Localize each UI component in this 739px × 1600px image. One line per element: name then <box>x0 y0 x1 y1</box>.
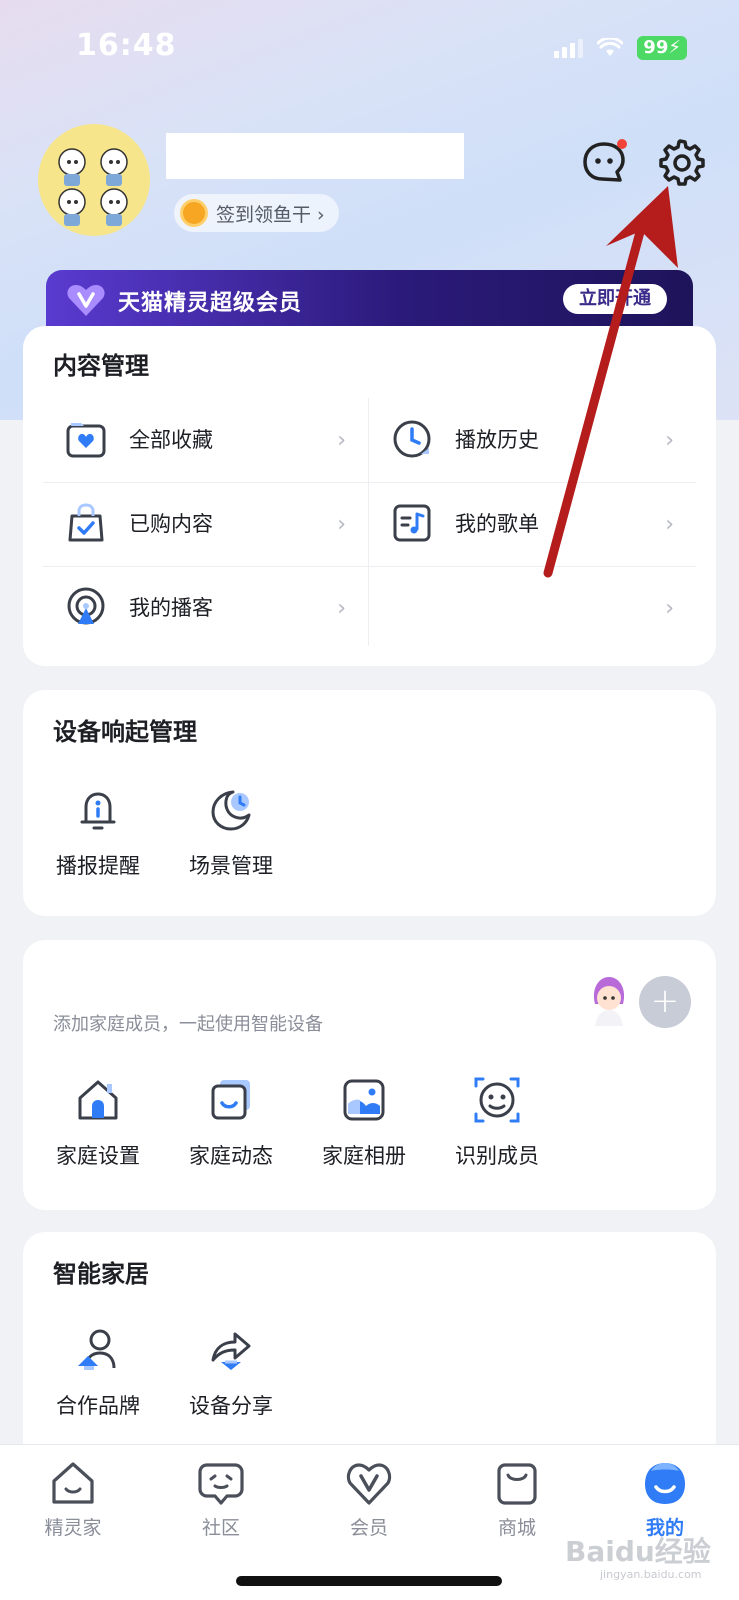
member-avatar[interactable] <box>585 974 633 1026</box>
content-item-label: 我的歌单 <box>455 512 539 536</box>
cellular-signal-icon <box>554 38 584 58</box>
message-bubble-icon[interactable] <box>580 138 628 186</box>
content-item-label: 已购内容 <box>129 512 213 536</box>
vip-heart-icon <box>67 285 105 316</box>
content-item-playlist[interactable]: 我的歌单 › <box>369 482 696 564</box>
vip-banner[interactable]: 天猫精灵超级会员 立即开通 <box>46 270 693 332</box>
house-icon <box>78 1080 118 1120</box>
chevron-right-icon: › <box>665 596 674 621</box>
watermark-logo: Baidu经验 <box>565 1535 711 1568</box>
content-item-empty[interactable]: › <box>369 566 696 648</box>
smart-home-title: 智能家居 <box>53 1260 149 1288</box>
tile-scene-management[interactable]: 场景管理 <box>176 786 286 880</box>
device-trigger-title: 设备响起管理 <box>53 718 197 746</box>
tab-label: 社区 <box>201 1517 240 1539</box>
tile-label: 设备分享 <box>189 1394 273 1418</box>
home-indicator <box>236 1576 502 1586</box>
tile-label: 场景管理 <box>189 854 273 878</box>
status-time: 16:48 <box>76 28 177 63</box>
bell-icon <box>80 792 116 830</box>
tile-label: 识别成员 <box>455 1144 539 1168</box>
coin-icon <box>180 199 208 227</box>
chevron-right-icon: › <box>665 428 674 453</box>
username-redacted <box>166 133 464 179</box>
shopping-bag-icon <box>68 503 104 542</box>
tile-label: 播报提醒 <box>56 854 140 878</box>
family-card: 添加家庭成员，一起使用智能设备 + 家庭设置 家庭动态 家庭相册 识别成员 <box>23 940 716 1210</box>
status-icons: 99⚡ <box>554 36 687 60</box>
tile-broadcast-reminder[interactable]: 播报提醒 <box>43 786 153 880</box>
battery-level: 99 <box>643 37 669 58</box>
tile-device-share[interactable]: 设备分享 <box>176 1326 286 1420</box>
settings-gear-icon[interactable] <box>654 136 706 188</box>
watermark-url: jingyan.baidu.com <box>600 1568 702 1581</box>
tile-label: 合作品牌 <box>56 1394 140 1418</box>
content-item-label: 播放历史 <box>455 428 539 452</box>
history-clock-icon <box>393 420 431 458</box>
tile-family-feed[interactable]: 家庭动态 <box>176 1076 286 1170</box>
checkin-label: 签到领鱼干 › <box>216 203 325 226</box>
tab-community[interactable]: 社区 <box>166 1459 276 1540</box>
tile-family-album[interactable]: 家庭相册 <box>309 1076 419 1170</box>
chevron-right-icon: › <box>665 512 674 537</box>
chevron-right-icon: › <box>337 512 346 537</box>
me-tab-icon <box>645 1463 685 1504</box>
partner-brand-icon <box>78 1329 116 1370</box>
tab-mall[interactable]: 商城 <box>462 1459 572 1540</box>
face-scan-icon <box>474 1077 520 1123</box>
tab-home[interactable]: 精灵家 <box>18 1459 128 1540</box>
wifi-icon <box>597 38 624 56</box>
family-hint: 添加家庭成员，一起使用智能设备 <box>53 1014 323 1035</box>
tile-identify-member[interactable]: 识别成员 <box>442 1076 552 1170</box>
tile-partner-brands[interactable]: 合作品牌 <box>43 1326 153 1420</box>
tile-family-settings[interactable]: 家庭设置 <box>43 1076 153 1170</box>
chevron-right-icon: › <box>337 428 346 453</box>
content-item-podcast[interactable]: 我的播客 › <box>43 566 368 648</box>
avatar-image <box>58 148 128 226</box>
favorite-folder-icon <box>66 423 106 458</box>
tab-label: 会员 <box>349 1517 388 1539</box>
share-arrow-icon <box>211 1332 251 1370</box>
tile-label: 家庭设置 <box>56 1144 140 1168</box>
add-member-button[interactable]: + <box>639 976 691 1028</box>
vip-open-button[interactable]: 立即开通 <box>563 284 667 314</box>
podcast-icon <box>67 587 105 625</box>
tab-vip[interactable]: 会员 <box>314 1459 424 1540</box>
vip-tab-icon <box>346 1463 392 1505</box>
family-feed-icon <box>211 1080 250 1120</box>
content-item-label: 我的播客 <box>129 596 213 620</box>
charging-icon: ⚡ <box>668 37 681 58</box>
mall-tab-icon <box>497 1463 537 1505</box>
tab-label: 精灵家 <box>44 1517 102 1539</box>
content-item-favorites[interactable]: 全部收藏 › <box>43 398 368 480</box>
tab-me[interactable]: 我的 <box>610 1459 720 1540</box>
content-management-title: 内容管理 <box>53 352 149 380</box>
content-item-purchased[interactable]: 已购内容 › <box>43 482 368 564</box>
vip-title: 天猫精灵超级会员 <box>118 291 303 316</box>
tile-label: 家庭动态 <box>189 1144 273 1168</box>
playlist-icon <box>393 504 431 542</box>
content-management-card: 内容管理 全部收藏 › 播放历史 › 已购内容 › 我的歌单 › 我的播客 › … <box>23 326 716 666</box>
smart-home-card: 智能家居 合作品牌 设备分享 <box>23 1232 716 1472</box>
battery-indicator: 99⚡ <box>637 36 687 60</box>
tab-label: 商城 <box>497 1517 536 1539</box>
tile-label: 家庭相册 <box>322 1144 406 1168</box>
community-tab-icon <box>198 1463 244 1505</box>
scene-moon-icon <box>211 790 251 831</box>
home-tab-icon <box>52 1462 94 1504</box>
device-trigger-card: 设备响起管理 播报提醒 场景管理 <box>23 690 716 916</box>
photo-album-icon <box>343 1079 385 1121</box>
chevron-right-icon: › <box>337 596 346 621</box>
content-item-label: 全部收藏 <box>129 428 213 452</box>
avatar[interactable] <box>38 124 150 236</box>
checkin-button[interactable]: 签到领鱼干 › <box>174 194 339 232</box>
content-item-history[interactable]: 播放历史 › <box>369 398 696 480</box>
